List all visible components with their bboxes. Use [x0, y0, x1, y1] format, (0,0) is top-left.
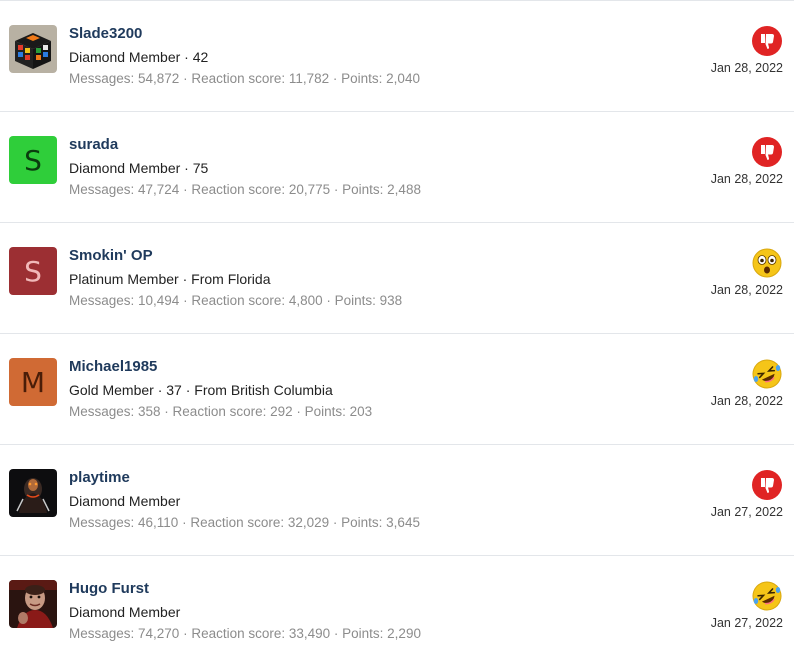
list-item: S Smokin' OP Platinum Member · From Flor…	[0, 222, 794, 333]
member-name[interactable]: Slade3200	[69, 25, 142, 42]
laughing-face-icon	[752, 359, 782, 389]
thumbs-down-icon	[752, 470, 782, 500]
avatar[interactable]	[9, 25, 57, 73]
avatar-letter: S	[24, 254, 42, 288]
member-stats: Messages: 10,494 · Reaction score: 4,800…	[69, 293, 403, 308]
member-stats: Messages: 47,724 · Reaction score: 20,77…	[69, 182, 421, 197]
member-stats: Messages: 46,110 · Reaction score: 32,02…	[69, 515, 420, 530]
member-name[interactable]: surada	[69, 136, 118, 153]
member-title: Diamond Member	[69, 493, 181, 509]
member-title: Diamond Member · 75	[69, 160, 209, 176]
member-name[interactable]: Michael1985	[69, 358, 157, 375]
member-stats: Messages: 54,872 · Reaction score: 11,78…	[69, 71, 420, 86]
list-item: Hugo Furst Diamond Member Messages: 74,2…	[0, 555, 794, 666]
avatar[interactable]: S	[9, 247, 57, 295]
avatar[interactable]	[9, 469, 57, 517]
avatar[interactable]	[9, 580, 57, 628]
member-name[interactable]: Smokin' OP	[69, 247, 153, 264]
list-item: S surada Diamond Member · 75 Messages: 4…	[0, 111, 794, 222]
avatar[interactable]: M	[9, 358, 57, 406]
member-name[interactable]: Hugo Furst	[69, 580, 149, 597]
list-item: M Michael1985 Gold Member · 37 · From Br…	[0, 333, 794, 444]
thumbs-down-icon	[752, 137, 782, 167]
reaction-date: Jan 27, 2022	[710, 505, 783, 519]
member-title: Diamond Member · 42	[69, 49, 209, 65]
member-stats: Messages: 358 · Reaction score: 292 · Po…	[69, 404, 373, 419]
avatar[interactable]: S	[9, 136, 57, 184]
reaction-date: Jan 28, 2022	[710, 283, 783, 297]
member-title: Platinum Member · From Florida	[69, 271, 271, 287]
member-title: Diamond Member	[69, 604, 181, 620]
reaction-date: Jan 28, 2022	[710, 61, 783, 75]
reaction-date: Jan 28, 2022	[710, 172, 783, 186]
wow-face-icon	[752, 248, 782, 278]
list-item: Slade3200 Diamond Member · 42 Messages: …	[0, 0, 794, 111]
laughing-face-icon	[752, 581, 782, 611]
reaction-member-list: Slade3200 Diamond Member · 42 Messages: …	[0, 0, 794, 666]
member-name[interactable]: playtime	[69, 469, 130, 486]
reaction-date: Jan 27, 2022	[710, 616, 783, 630]
thumbs-down-icon	[752, 26, 782, 56]
list-item: playtime Diamond Member Messages: 46,110…	[0, 444, 794, 555]
member-stats: Messages: 74,270 · Reaction score: 33,49…	[69, 626, 421, 641]
avatar-letter: S	[24, 143, 42, 177]
avatar-letter: M	[20, 365, 46, 399]
reaction-date: Jan 28, 2022	[710, 394, 783, 408]
member-title: Gold Member · 37 · From British Columbia	[69, 382, 333, 398]
